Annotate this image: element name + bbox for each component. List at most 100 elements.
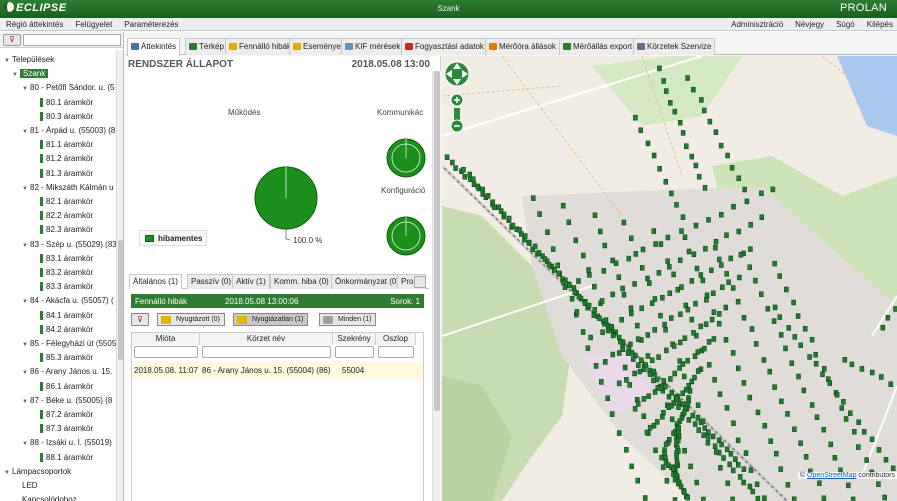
lamp-marker-icon[interactable] <box>550 246 556 252</box>
lamp-marker-icon[interactable] <box>572 289 578 295</box>
expand-arrow-icon[interactable]: ▼ <box>22 126 30 138</box>
lamp-marker-icon[interactable] <box>748 222 753 228</box>
tab-measure[interactable]: KIF mérések <box>341 38 405 55</box>
lamp-marker-icon[interactable] <box>706 217 711 223</box>
lamp-marker-icon[interactable] <box>741 380 747 386</box>
tree-group-7[interactable]: ▼ 87 - Béke u. (55005) (8 <box>22 395 112 407</box>
lamp-marker-icon[interactable] <box>632 281 637 287</box>
lamp-marker-icon[interactable] <box>677 365 682 371</box>
lamp-marker-icon[interactable] <box>653 241 658 247</box>
lamp-marker-icon[interactable] <box>652 389 658 395</box>
lamp-marker-icon[interactable] <box>729 165 735 171</box>
expand-arrow-icon[interactable]: ▼ <box>22 240 30 252</box>
lamp-marker-icon[interactable] <box>633 114 638 121</box>
col-column[interactable]: Oszlop <box>376 333 416 345</box>
col-since[interactable]: Mióta <box>132 333 200 345</box>
lamp-marker-icon[interactable] <box>660 464 666 470</box>
lamp-marker-icon[interactable] <box>536 250 542 256</box>
subtab-0[interactable]: Általános (1) <box>129 274 182 289</box>
lamp-marker-icon[interactable] <box>674 453 679 460</box>
lamp-marker-icon[interactable] <box>841 399 846 405</box>
lamp-marker-icon[interactable] <box>754 481 760 488</box>
lamp-marker-icon[interactable] <box>645 275 650 282</box>
lamp-marker-icon[interactable] <box>490 199 495 206</box>
expand-arrow-icon[interactable]: ▼ <box>12 69 20 81</box>
lamp-marker-icon[interactable] <box>685 357 690 364</box>
lamp-marker-icon[interactable] <box>698 323 703 330</box>
lamp-marker-icon[interactable] <box>747 394 753 401</box>
lamp-marker-icon[interactable] <box>785 411 790 417</box>
tree-leaf-circuit[interactable]: 83.1 áramkör <box>40 253 94 265</box>
lamp-marker-icon[interactable] <box>748 246 753 252</box>
zoom-slider[interactable] <box>454 108 460 120</box>
menu-supervision[interactable]: Felügyelet <box>75 20 112 29</box>
lamp-marker-icon[interactable] <box>618 338 623 345</box>
tab-warning-list[interactable]: Fennálló hibák <box>225 38 296 55</box>
lamp-marker-icon[interactable] <box>724 446 730 453</box>
tree-lamp-child[interactable]: Kapcsolódoboz <box>22 494 77 501</box>
lamp-marker-icon[interactable] <box>669 190 674 197</box>
lamp-marker-icon[interactable] <box>772 260 777 267</box>
lamp-marker-icon[interactable] <box>890 465 896 472</box>
lamp-marker-icon[interactable] <box>719 441 724 448</box>
tab-bar-chart[interactable]: Fogyasztási adatok <box>401 38 488 55</box>
lamp-marker-icon[interactable] <box>628 341 633 348</box>
lamp-marker-icon[interactable] <box>633 251 639 257</box>
lamp-marker-icon[interactable] <box>526 239 532 246</box>
lamp-marker-icon[interactable] <box>597 315 602 321</box>
menu-region-overview[interactable]: Régió áttekintés <box>6 20 63 29</box>
lamp-marker-icon[interactable] <box>705 440 711 446</box>
lamp-marker-icon[interactable] <box>738 251 744 258</box>
lamp-marker-icon[interactable] <box>705 434 711 440</box>
lamp-marker-icon[interactable] <box>661 78 666 84</box>
lamp-marker-icon[interactable] <box>798 440 803 446</box>
lamp-marker-icon[interactable] <box>741 479 746 486</box>
lamp-marker-icon[interactable] <box>802 325 808 332</box>
lamp-marker-icon[interactable] <box>453 165 458 171</box>
lamp-marker-icon[interactable] <box>827 380 833 386</box>
tree-scrollbar[interactable] <box>116 50 123 501</box>
lamp-marker-icon[interactable] <box>674 202 679 208</box>
lamp-marker-icon[interactable] <box>651 228 657 234</box>
lamp-marker-icon[interactable] <box>666 404 671 410</box>
lamp-marker-icon[interactable] <box>654 376 660 383</box>
lamp-marker-icon[interactable] <box>542 256 548 262</box>
lamp-marker-icon[interactable] <box>668 100 673 106</box>
lamp-marker-icon[interactable] <box>730 285 736 291</box>
lamp-marker-icon[interactable] <box>693 162 699 169</box>
tab-wrench[interactable]: Körzetek Szervize <box>633 38 716 55</box>
tree-lamp-child[interactable]: LED <box>22 480 38 492</box>
lamp-marker-icon[interactable] <box>736 365 741 372</box>
lamp-marker-icon[interactable] <box>820 371 825 377</box>
tree-group-4[interactable]: ▼ 84 - Akácfa u. (55057) ( <box>22 295 114 307</box>
lamp-marker-icon[interactable] <box>664 347 669 354</box>
tree-root-settlements[interactable]: ▼ Települések <box>4 54 54 66</box>
tree-leaf-circuit[interactable]: 80.3 áramkör <box>40 111 94 123</box>
lamp-marker-icon[interactable] <box>622 364 628 371</box>
lamp-marker-icon[interactable] <box>664 478 670 484</box>
lamp-marker-icon[interactable] <box>719 262 724 268</box>
lamp-marker-icon[interactable] <box>765 305 771 312</box>
lamp-marker-icon[interactable] <box>531 195 536 201</box>
lamp-marker-icon[interactable] <box>713 244 718 251</box>
lamp-marker-icon[interactable] <box>798 342 803 349</box>
lamp-marker-icon[interactable] <box>869 436 875 443</box>
tree-scrollbar-thumb[interactable] <box>118 240 123 360</box>
lamp-marker-icon[interactable] <box>689 153 695 160</box>
lamp-marker-icon[interactable] <box>627 382 632 388</box>
tree-leaf-circuit[interactable]: 80.1 áramkör <box>40 97 94 109</box>
lamp-marker-icon[interactable] <box>680 214 686 220</box>
lamp-marker-icon[interactable] <box>496 204 502 210</box>
lamp-marker-icon[interactable] <box>624 447 629 453</box>
unacknowledged-button[interactable]: Nyugtázatlan (1) <box>233 313 309 326</box>
lamp-marker-icon[interactable] <box>671 343 677 349</box>
lamp-marker-icon[interactable] <box>747 483 753 490</box>
lamp-marker-icon[interactable] <box>601 268 607 274</box>
lamp-marker-icon[interactable] <box>692 421 698 427</box>
lamp-marker-icon[interactable] <box>711 309 717 315</box>
lamp-marker-icon[interactable] <box>828 441 834 448</box>
table-row[interactable]: 2018.05.08. 11:07 86 - Arany János u. 15… <box>132 362 423 379</box>
lamp-marker-icon[interactable] <box>700 277 706 284</box>
lamp-marker-icon[interactable] <box>753 341 759 347</box>
lamp-marker-icon[interactable] <box>678 257 683 264</box>
